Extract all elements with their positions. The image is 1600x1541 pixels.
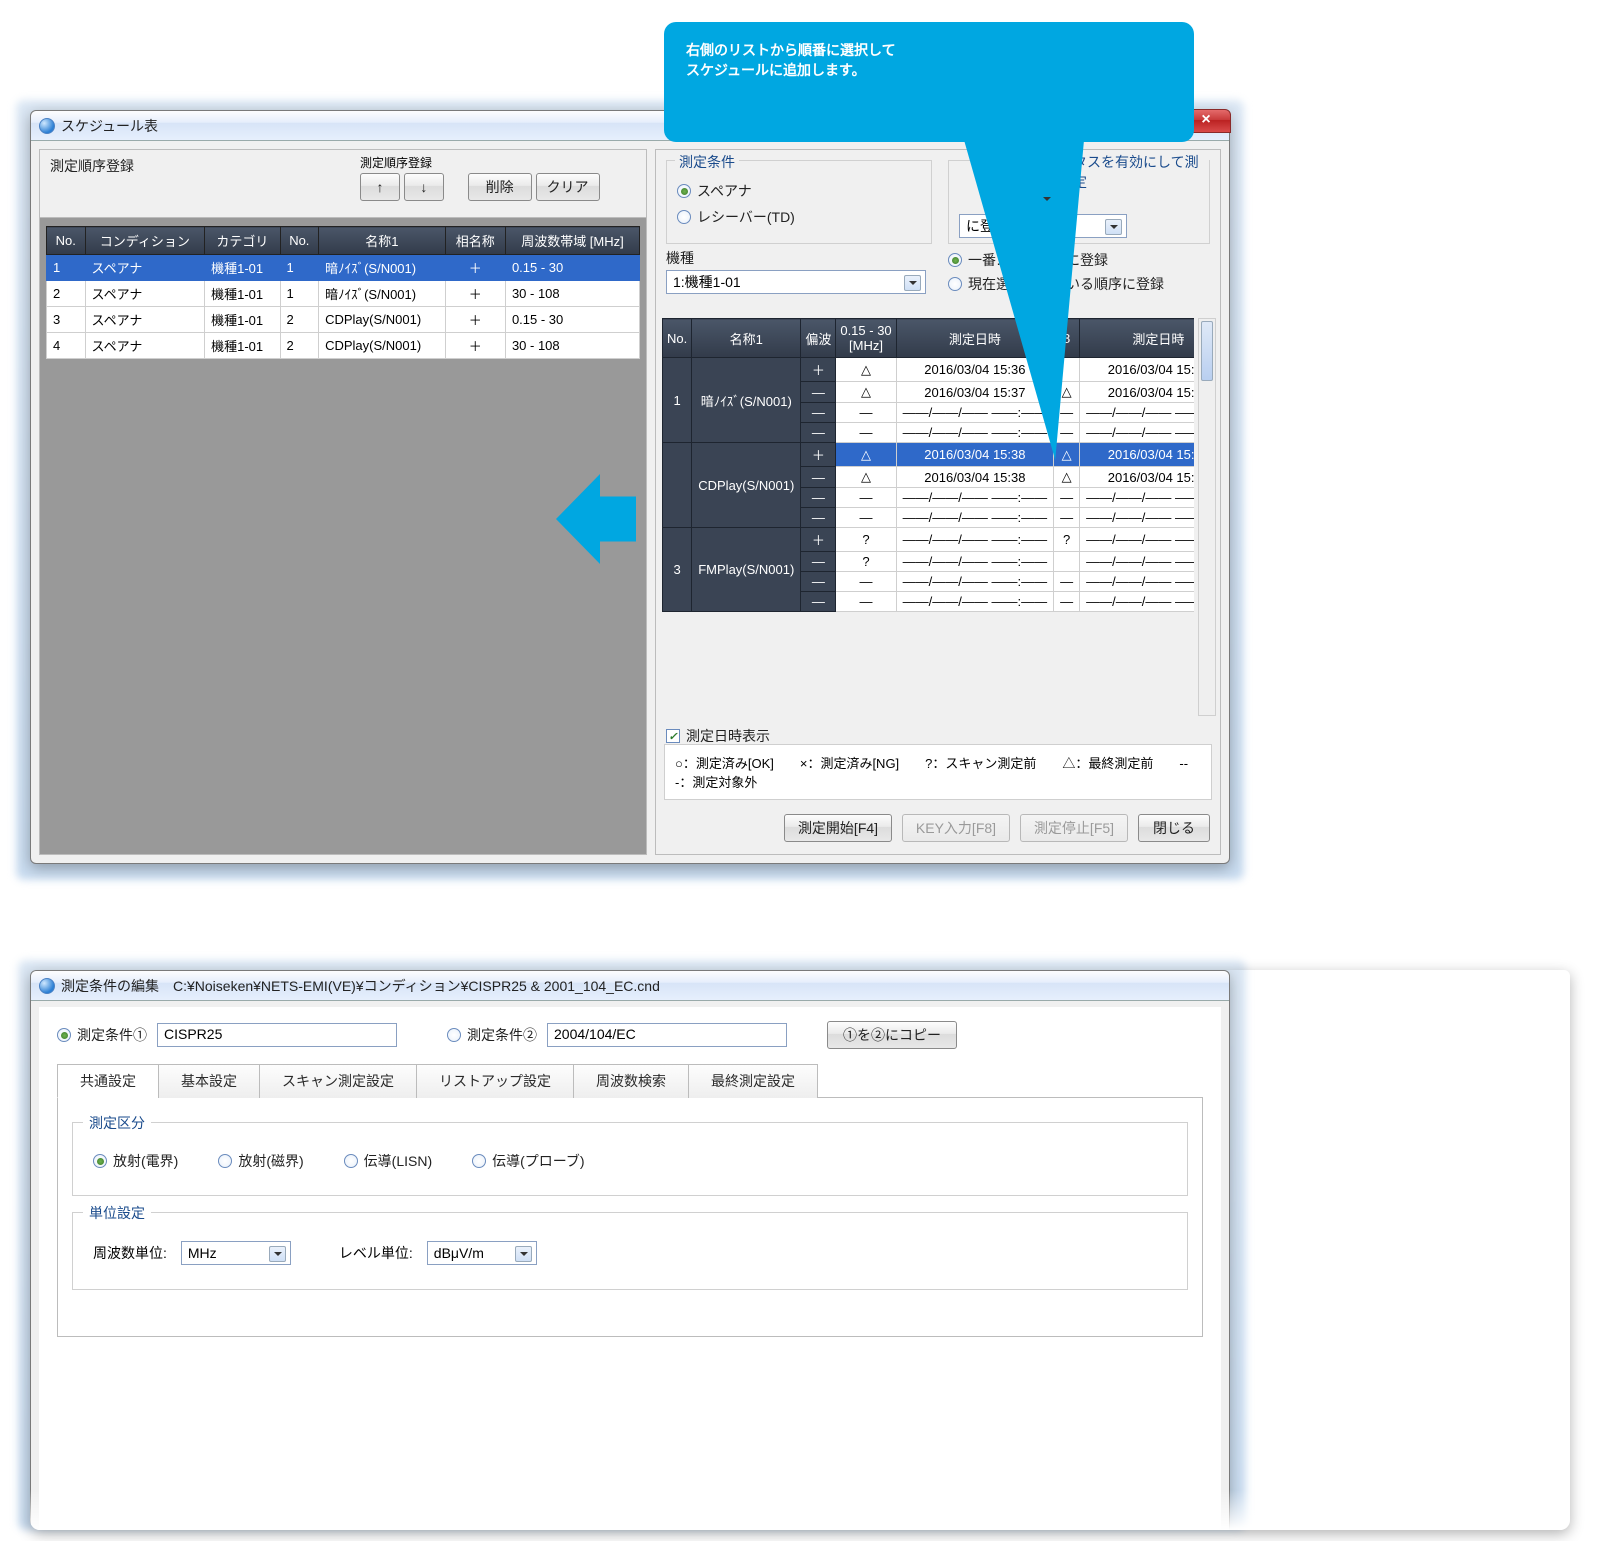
table-row[interactable]: 1スペアナ機種1-011暗ﾉｲｽﾞ(S/N001)＋0.15 - 30: [47, 255, 640, 281]
radio-kubun-2[interactable]: 伝導(LISN): [344, 1151, 432, 1171]
close-button[interactable]: 閉じる: [1138, 814, 1210, 842]
edit-condition-window: 測定条件の編集 C:¥Noiseken¥NETS-EMI(VE)¥コンディション…: [30, 970, 1230, 1530]
radio-cond2[interactable]: 測定条件②: [447, 1025, 537, 1045]
tab-2[interactable]: スキャン測定設定: [259, 1064, 417, 1098]
cond1-input[interactable]: CISPR25: [157, 1023, 397, 1047]
radio-kubun-0[interactable]: 放射(電界): [93, 1151, 178, 1171]
table-row[interactable]: CDPlay(S/N001)＋△2016/03/04 15:38△2016/03…: [663, 443, 1195, 467]
cond2-input[interactable]: 2004/104/EC: [547, 1023, 787, 1047]
radio-cond1[interactable]: 測定条件①: [57, 1025, 147, 1045]
table-row[interactable]: 2スペアナ機種1-011暗ﾉｲｽﾞ(S/N001)＋30 - 108: [47, 281, 640, 307]
status-enable-label: タスを有効にして測定: [1069, 152, 1209, 192]
tab-bar: 共通設定基本設定スキャン測定設定リストアップ設定周波数検索最終測定設定: [57, 1063, 1203, 1098]
radio-receiver[interactable]: レシーバー(TD): [677, 207, 795, 227]
tab-4[interactable]: 周波数検索: [573, 1064, 689, 1098]
start-button[interactable]: 測定開始[F4]: [784, 814, 892, 842]
callout-bubble: 右側のリストから順番に選択して スケジュールに追加します。: [664, 22, 1194, 142]
measure-list[interactable]: No.名称1偏波0.15 - 30[MHz]測定日時8測定日時1暗ﾉｲｽﾞ(S/…: [662, 318, 1194, 716]
right-panel: 測定条件 スペアナ レシーバー(TD) 機種 1:機種1-01 タスを有効にして…: [655, 149, 1221, 855]
clear-button[interactable]: クリア: [536, 173, 600, 201]
level-unit-dropdown[interactable]: dBμV/m: [427, 1241, 537, 1265]
tab-0[interactable]: 共通設定: [57, 1064, 159, 1098]
scrollbar-vertical[interactable]: [1198, 318, 1216, 716]
radio-kubun-1[interactable]: 放射(磁界): [218, 1151, 303, 1171]
radio-speana[interactable]: スペアナ: [677, 181, 752, 201]
app-icon: [39, 118, 55, 134]
left-panel: 測定順序登録 測定順序登録 ↑ ↓ 削除 クリア No.コンディションカテゴリN…: [39, 149, 647, 855]
window-title: スケジュール表: [61, 116, 158, 136]
schedule-table[interactable]: No.コンディションカテゴリNo.名称1相名称周波数帯域 [MHz] 1スペアナ…: [46, 226, 640, 359]
legend: ○：測定済み[OK] ×：測定済み[NG] ?：スキャン測定前 △：最終測定前 …: [664, 744, 1212, 800]
app-icon: [39, 978, 55, 994]
group-kubun: 測定区分 放射(電界)放射(磁界)伝導(LISN)伝導(プローブ): [72, 1122, 1188, 1196]
table-row[interactable]: 3スペアナ機種1-012CDPlay(S/N001)＋0.15 - 30: [47, 307, 640, 333]
titlebar-2[interactable]: 測定条件の編集 C:¥Noiseken¥NETS-EMI(VE)¥コンディション…: [31, 971, 1229, 1001]
group-unit: 単位設定 周波数単位: MHz レベル単位: dBμV/m: [72, 1212, 1188, 1290]
table-row[interactable]: 3FMPlay(S/N001)＋?——/——/—— ——:——?——/——/——…: [663, 528, 1195, 552]
tab-1[interactable]: 基本設定: [158, 1064, 260, 1098]
move-down-button[interactable]: ↓: [404, 173, 444, 201]
table-row[interactable]: 1暗ﾉｲｽﾞ(S/N001)＋△2016/03/04 15:362016/03/…: [663, 358, 1195, 382]
level-unit-label: レベル単位:: [339, 1243, 413, 1263]
freq-unit-dropdown[interactable]: MHz: [181, 1241, 291, 1265]
freq-unit-label: 周波数単位:: [93, 1243, 167, 1263]
toolbar-label: 測定順序登録: [360, 154, 600, 171]
stop-button: 測定停止[F5]: [1020, 814, 1128, 842]
checkbox-show-datetime[interactable]: 測定日時表示: [666, 726, 770, 746]
group-measure-cond: 測定条件: [675, 152, 739, 172]
window-title-2: 測定条件の編集 C:¥Noiseken¥NETS-EMI(VE)¥コンディション…: [61, 976, 660, 996]
delete-button[interactable]: 削除: [468, 173, 532, 201]
radio-kubun-3[interactable]: 伝導(プローブ): [472, 1151, 584, 1171]
copy-1to2-button[interactable]: ①を②にコピー: [827, 1021, 957, 1049]
table-row[interactable]: 4スペアナ機種1-012CDPlay(S/N001)＋30 - 108: [47, 333, 640, 359]
model-label: 機種: [666, 248, 932, 268]
move-up-button[interactable]: ↑: [360, 173, 400, 201]
tab-3[interactable]: リストアップ設定: [416, 1064, 574, 1098]
model-dropdown[interactable]: 1:機種1-01: [666, 270, 926, 294]
key-input-button: KEY入力[F8]: [902, 814, 1010, 842]
tab-5[interactable]: 最終測定設定: [688, 1064, 818, 1098]
